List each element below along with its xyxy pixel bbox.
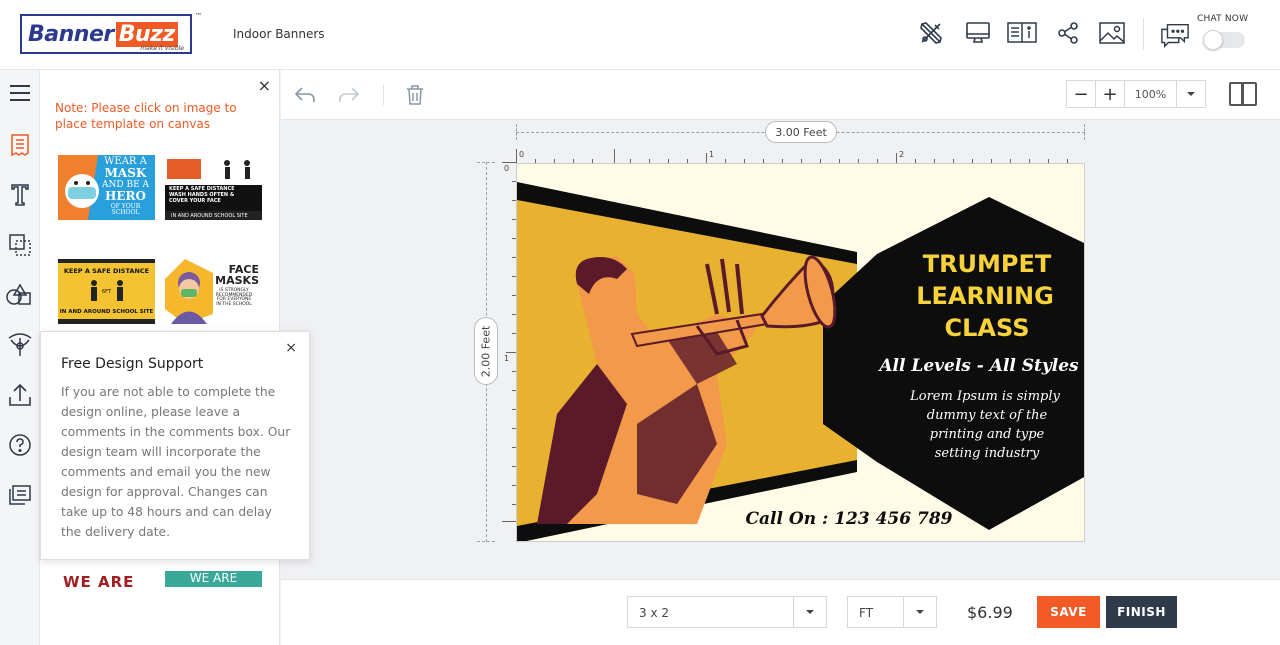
template-text: FACE MASKS IS STRONGLY RECOMMENDED FOR E… — [215, 263, 259, 307]
header-separator — [1143, 18, 1144, 50]
design-tools-icon[interactable] — [916, 18, 946, 48]
templates-icon[interactable] — [0, 127, 40, 163]
template-thumb-safe-distance[interactable]: MAKE SURE TO KEEP A SAFE DISTANCE WASH H… — [165, 155, 262, 220]
logo-buzz-text: Buzz — [115, 21, 178, 47]
design-title-line3: CLASS — [945, 314, 1030, 342]
vertical-ruler: 0 1 — [502, 162, 516, 542]
panel-note: Note: Please click on image to place tem… — [55, 101, 237, 131]
height-dimension-text: 2.00 Feet — [479, 325, 493, 377]
design-body-line1: Lorem Ipsum is simply — [909, 389, 1060, 404]
height-dimension-label: 2.00 Feet — [474, 317, 498, 385]
template-text: MAKE SURE TO KEEP A SAFE DISTANCE WASH H… — [169, 180, 235, 204]
design-title-line1: TRUMPET — [923, 250, 1052, 278]
popup-title: Free Design Support — [61, 356, 204, 372]
template-text: WEAR A MASK AND BE A HERO OF YOUR SCHOOL — [102, 156, 149, 216]
template-text: 6FT — [101, 289, 112, 295]
editor-footer: 3 x 2 FT $6.99 SAVE FINISH — [281, 579, 1280, 645]
toolbar-separator — [383, 85, 384, 105]
finish-button[interactable]: FINISH — [1106, 596, 1177, 628]
template-thumb-face-masks[interactable]: FACE MASKS IS STRONGLY RECOMMENDED FOR E… — [165, 259, 262, 324]
undo-icon[interactable] — [292, 82, 318, 108]
template-thumb-mask-hero[interactable]: WEAR A MASK AND BE A HERO OF YOUR SCHOOL — [58, 155, 155, 220]
logo-banner-text: Banner — [28, 21, 114, 47]
chevron-down-icon — [793, 597, 826, 627]
text-icon[interactable] — [0, 177, 40, 213]
trumpet-banner-artwork: TRUMPET LEARNING CLASS All Levels - All … — [517, 164, 1084, 541]
popup-close-icon[interactable]: × — [285, 340, 297, 356]
template-thumb-keep-distance[interactable]: KEEP A SAFE DISTANCE 6FT IN AND AROUND S… — [58, 259, 155, 324]
height-dimension-tick — [477, 541, 495, 542]
trash-icon[interactable] — [402, 82, 428, 108]
panel-close-icon[interactable]: × — [258, 78, 271, 94]
zoom-out-button[interactable]: − — [1067, 81, 1096, 107]
upload-icon[interactable] — [0, 377, 40, 413]
size-select[interactable]: 3 x 2 — [627, 596, 827, 628]
width-dimension-tick — [1084, 124, 1085, 140]
clipart-icon[interactable] — [0, 327, 40, 363]
popup-body: If you are not able to complete the desi… — [61, 385, 291, 539]
chat-toggle[interactable] — [1203, 30, 1245, 50]
width-dimension-tick — [516, 124, 517, 140]
share-icon[interactable] — [1053, 18, 1083, 48]
zoom-value: 100% — [1125, 81, 1177, 107]
product-info-icon[interactable] — [1007, 18, 1037, 48]
product-title: Indoor Banners — [233, 27, 325, 41]
unit-select-value: FT — [859, 606, 874, 620]
logo-trademark: ™ — [195, 12, 202, 20]
design-canvas[interactable]: TRUMPET LEARNING CLASS All Levels - All … — [516, 163, 1085, 542]
design-body-line4: setting industry — [935, 446, 1040, 461]
template-footer-text: IN AND AROUND SCHOOL SITE — [171, 213, 248, 219]
template-text: WE ARE — [63, 573, 135, 590]
image-gallery-icon[interactable] — [1097, 18, 1127, 48]
size-select-value: 3 x 2 — [639, 606, 669, 620]
tool-rail — [0, 70, 40, 645]
design-workspace: 3.00 Feet 2.00 Feet 0 1 2 0 1 TRUMPET LE… — [281, 120, 1280, 578]
editor-toolbar: − + 100% — [281, 70, 1280, 120]
redo-icon[interactable] — [336, 82, 362, 108]
ruler-label: 2 — [899, 150, 904, 159]
shapes-icon[interactable] — [0, 277, 40, 313]
template-text: IN AND AROUND SCHOOL SITE — [59, 309, 154, 315]
top-header: Banner Buzz make it visible ™ Indoor Ban… — [0, 0, 1280, 70]
layers-icon[interactable] — [0, 227, 40, 263]
ruler-label: 0 — [504, 164, 509, 173]
menu-icon[interactable] — [0, 75, 40, 111]
toggle-knob — [1203, 30, 1223, 50]
save-button[interactable]: SAVE — [1037, 596, 1100, 628]
brand-logo[interactable]: Banner Buzz make it visible ™ — [20, 12, 202, 54]
desktop-preview-icon[interactable] — [963, 18, 993, 48]
height-dimension-tick — [477, 162, 495, 163]
unit-select[interactable]: FT — [847, 596, 937, 628]
comments-icon[interactable] — [0, 477, 40, 513]
design-support-popup: Free Design Support × If you are not abl… — [40, 331, 310, 560]
ruler-label: 1 — [504, 354, 509, 363]
design-subtitle: All Levels - All Styles — [877, 356, 1079, 376]
chat-icon[interactable] — [1160, 20, 1190, 50]
design-call-text: Call On : 123 456 789 — [746, 509, 953, 529]
horizontal-ruler: 0 1 2 — [516, 148, 1085, 163]
chat-now-label: CHAT NOW — [1197, 14, 1249, 24]
zoom-in-button[interactable]: + — [1096, 81, 1125, 107]
template-thumb-we-are-red[interactable]: WE ARE — [58, 570, 155, 590]
zoom-dropdown-icon[interactable] — [1177, 81, 1205, 107]
ruler-label: 1 — [709, 150, 714, 159]
ruler-label: 0 — [519, 150, 524, 159]
design-title-line2: LEARNING — [916, 282, 1054, 310]
template-thumb-we-are-teal[interactable]: WE ARE — [165, 570, 262, 590]
zoom-control: − + 100% — [1066, 80, 1206, 108]
template-text: KEEP A SAFE DISTANCE — [63, 267, 150, 275]
toggle-panel-icon[interactable] — [1229, 82, 1257, 106]
chevron-down-icon — [903, 597, 936, 627]
width-dimension-label: 3.00 Feet — [765, 121, 837, 143]
help-icon[interactable] — [0, 427, 40, 463]
logo-tagline: make it visible — [140, 45, 184, 52]
design-body-line3: printing and type — [930, 427, 1045, 442]
template-text: WE ARE — [189, 571, 238, 585]
design-body-line2: dummy text of the — [927, 408, 1048, 423]
price-display: $6.99 — [967, 603, 1013, 622]
